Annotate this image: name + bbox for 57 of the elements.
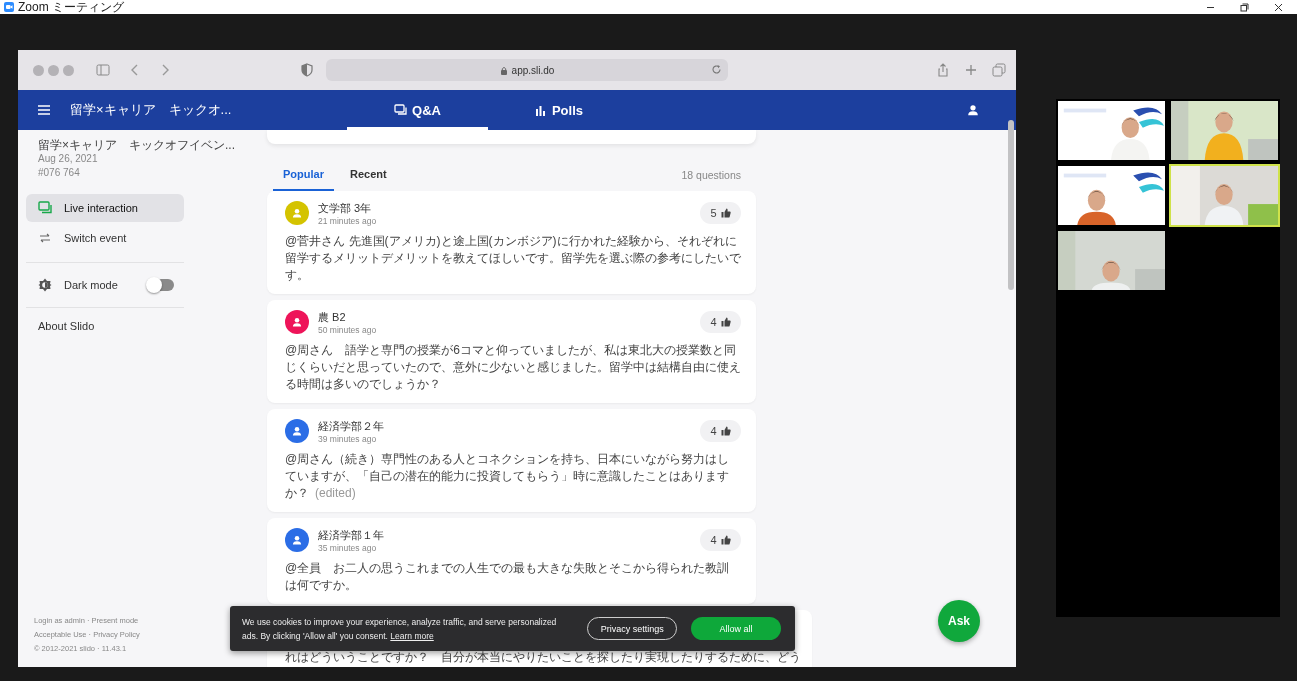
dark-mode-label: Dark mode bbox=[64, 279, 118, 291]
event-name: 留学×キャリア キックオフイベン... bbox=[38, 138, 236, 152]
cookie-text: We use cookies to improve your experience, analyze traffic, and serve personalized ads. By clicking 'Allow all' you consent. Learn more bbox=[242, 615, 558, 643]
restore-icon[interactable] bbox=[1239, 2, 1249, 12]
shield-icon[interactable] bbox=[300, 63, 314, 77]
like-button[interactable]: 4 bbox=[700, 529, 741, 551]
question-text: @周さん（続き）専門性のある人とコネクションを持ち、日本にいながら努力はしていますが、「自己の潜在的能力に投資してもらう」時に意識したことはありますか？ (edited) bbox=[285, 451, 731, 502]
thumbs-up-icon bbox=[720, 208, 731, 218]
nav-tab[interactable]: Polls bbox=[488, 90, 629, 130]
about-link[interactable]: About Slido bbox=[38, 320, 250, 332]
tabs-icon[interactable] bbox=[992, 63, 1006, 77]
event-title: 留学×キャリア キックオ... bbox=[70, 101, 233, 119]
chat-icon bbox=[394, 103, 408, 117]
like-button[interactable]: 4 bbox=[700, 311, 741, 333]
sidebar-icon[interactable] bbox=[96, 63, 110, 77]
author-name: 経済学部２年 bbox=[318, 418, 384, 434]
author-name: 経済学部１年 bbox=[318, 527, 384, 543]
brightness-icon bbox=[38, 278, 52, 292]
chat-icon bbox=[38, 201, 52, 215]
scrollbar[interactable] bbox=[1008, 120, 1014, 290]
menu-icon[interactable] bbox=[37, 103, 51, 117]
window-dot[interactable] bbox=[48, 64, 59, 76]
dark-mode-toggle[interactable] bbox=[147, 279, 174, 291]
event-code: #076 764 bbox=[38, 166, 81, 180]
sidebar-item[interactable]: Switch event bbox=[26, 224, 184, 252]
question-text: @周さん 語学と専門の授業が6コマと仰っていましたが、私は東北大の授業数と同じくらいだと思っていたので、意外に少ないと感じました。留学中は結構自由に使える時間は多いのでしょうか？ bbox=[285, 342, 741, 393]
window-dot[interactable] bbox=[63, 64, 74, 76]
lock-icon bbox=[499, 65, 508, 75]
thumbs-up-icon bbox=[720, 426, 731, 436]
question-time: 50 minutes ago bbox=[318, 324, 377, 335]
window-title: Zoom ミーティング bbox=[18, 0, 125, 14]
user-icon[interactable] bbox=[966, 103, 980, 117]
window-dot[interactable] bbox=[33, 64, 44, 76]
thumbs-up-icon bbox=[720, 535, 731, 545]
share-icon[interactable] bbox=[936, 63, 950, 77]
sort-tab[interactable]: Recent bbox=[339, 158, 397, 191]
question-time: 21 minutes ago bbox=[318, 215, 377, 226]
author-name: 文学部 3年 bbox=[318, 200, 373, 216]
like-button[interactable]: 5 bbox=[700, 202, 741, 224]
bar-chart-icon bbox=[533, 103, 547, 117]
address-bar[interactable]: app.sli.do bbox=[326, 59, 728, 81]
close-icon[interactable] bbox=[1273, 2, 1283, 12]
plus-icon[interactable] bbox=[964, 63, 978, 77]
thumbs-up-icon bbox=[720, 317, 731, 327]
learn-more-link[interactable]: Learn more bbox=[390, 630, 434, 641]
event-date: Aug 26, 2021 bbox=[38, 152, 99, 166]
sidebar-item[interactable]: Live interaction bbox=[26, 194, 184, 222]
swap-arrows-icon bbox=[38, 231, 52, 245]
question-time: 35 minutes ago bbox=[318, 542, 378, 553]
like-button[interactable]: 4 bbox=[700, 420, 741, 442]
reload-icon[interactable] bbox=[711, 64, 722, 75]
question-count: 18 questions bbox=[681, 168, 741, 181]
question-text: @全員 お二人の思うこれまでの人生での最も大きな失敗とそこから得られた教訓は何ですか。 bbox=[285, 560, 731, 594]
question-time: 39 minutes ago bbox=[318, 433, 378, 444]
question-text: @菅井さん 先進国(アメリカ)と途上国(カンボジア)に行かれた経験から、それぞれに留学するメリットデメリットを教えてほしいです。留学先を選ぶ際の参考にしたいです。 bbox=[285, 233, 741, 284]
question-text: れはどういうことですか？ 自分が本当にやりたいことを探したり実現したりするために、どう bbox=[285, 650, 802, 664]
author-name: 農 B2 bbox=[318, 309, 347, 325]
